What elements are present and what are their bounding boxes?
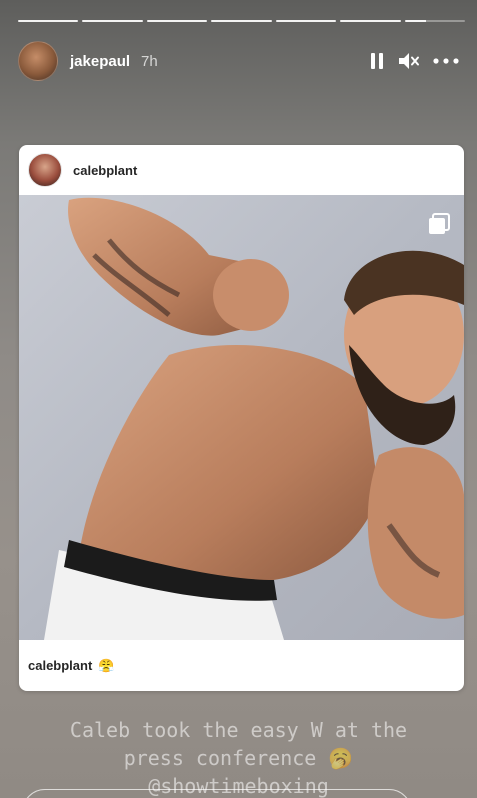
username[interactable]: jakepaul xyxy=(70,53,130,70)
progress-segment xyxy=(340,20,401,22)
caption-emoji: 😤 xyxy=(98,657,115,673)
progress-segment xyxy=(82,20,143,22)
timestamp: 7h xyxy=(141,52,158,70)
progress-segment-current xyxy=(404,20,465,22)
post-caption: calebplant 😤 xyxy=(28,640,114,691)
post-username[interactable]: calebplant xyxy=(73,163,137,178)
story-controls xyxy=(369,51,459,71)
story-header: jakepaul 7h xyxy=(18,41,459,81)
post-photo[interactable] xyxy=(19,195,464,640)
story-text-line-1: Caleb took the easy W at the xyxy=(69,718,408,742)
avatar[interactable] xyxy=(18,41,58,81)
progress-segment xyxy=(211,20,272,22)
story-text-overlay: Caleb took the easy W at the press confe… xyxy=(0,716,477,798)
shared-post-card[interactable]: calebplant calebplant 😤 xyxy=(19,145,464,691)
story-progress-bar xyxy=(18,20,465,22)
reply-input[interactable] xyxy=(22,789,412,798)
pause-icon[interactable] xyxy=(369,52,385,70)
story-text-line-2: press conference 🥱 xyxy=(123,746,354,770)
progress-segment xyxy=(146,20,208,22)
more-icon[interactable] xyxy=(433,58,459,64)
post-header: calebplant xyxy=(19,145,464,195)
boxer-photo-illustration xyxy=(44,197,464,640)
caption-username[interactable]: calebplant xyxy=(28,658,92,673)
progress-segment xyxy=(275,20,337,22)
mute-icon[interactable] xyxy=(398,51,420,71)
post-avatar[interactable] xyxy=(28,153,62,187)
carousel-icon xyxy=(428,213,450,240)
progress-segment xyxy=(18,20,79,22)
